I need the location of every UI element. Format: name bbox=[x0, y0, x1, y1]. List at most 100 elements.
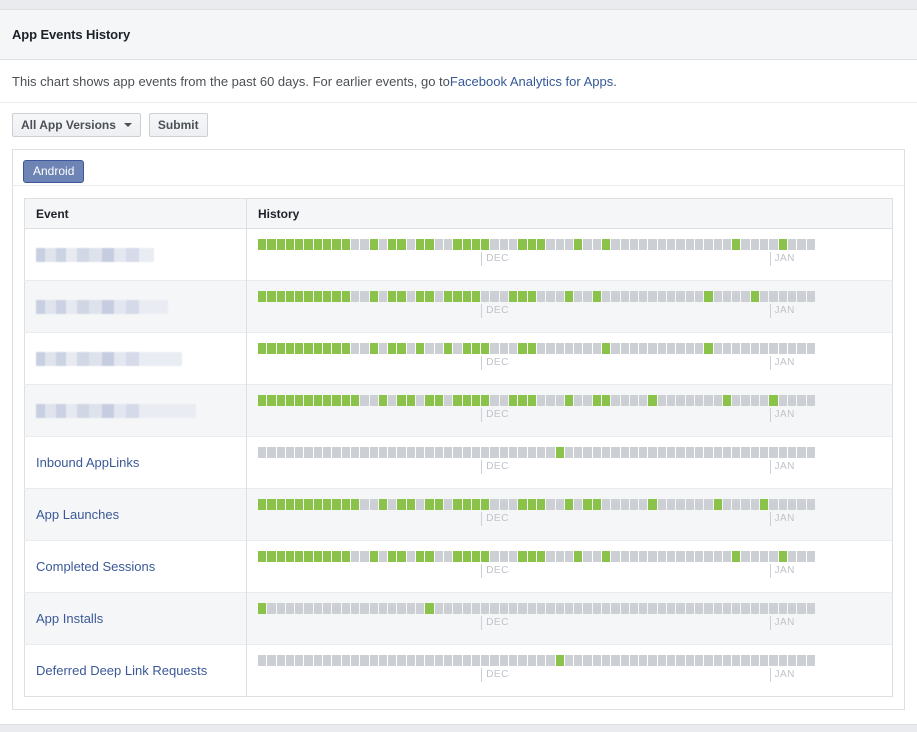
history-day-cell[interactable] bbox=[592, 602, 601, 614]
history-day-cell[interactable] bbox=[629, 602, 639, 614]
history-day-cell[interactable] bbox=[527, 446, 536, 458]
history-day-cell[interactable] bbox=[685, 394, 694, 406]
history-day-cell[interactable] bbox=[323, 498, 332, 510]
history-day-cell[interactable] bbox=[806, 498, 815, 510]
history-day-cell[interactable] bbox=[741, 342, 750, 354]
history-day-cell[interactable] bbox=[434, 238, 443, 250]
history-day-cell[interactable] bbox=[806, 654, 815, 666]
history-day-cell[interactable] bbox=[406, 238, 416, 250]
history-day-cell[interactable] bbox=[481, 238, 490, 250]
history-day-cell[interactable] bbox=[350, 654, 360, 666]
history-day-cell[interactable] bbox=[741, 654, 750, 666]
history-day-cell[interactable] bbox=[555, 602, 564, 614]
history-day-cell[interactable] bbox=[397, 602, 406, 614]
history-day-cell[interactable] bbox=[806, 290, 815, 302]
history-day-cell[interactable] bbox=[564, 238, 574, 250]
history-day-cell[interactable] bbox=[267, 602, 276, 614]
history-day-cell[interactable] bbox=[797, 602, 806, 614]
event-name-link[interactable]: Deferred Deep Link Requests bbox=[36, 663, 207, 678]
history-day-cell[interactable] bbox=[685, 654, 694, 666]
history-day-cell[interactable] bbox=[667, 342, 676, 354]
history-day-cell[interactable] bbox=[443, 654, 453, 666]
history-day-cell[interactable] bbox=[787, 654, 797, 666]
history-day-cell[interactable] bbox=[583, 342, 592, 354]
history-day-cell[interactable] bbox=[657, 394, 667, 406]
event-name-link[interactable]: Inbound AppLinks bbox=[36, 455, 139, 470]
history-day-cell[interactable] bbox=[592, 394, 601, 406]
history-day-cell[interactable] bbox=[285, 342, 295, 354]
history-day-cell[interactable] bbox=[481, 654, 490, 666]
history-day-cell[interactable] bbox=[657, 654, 667, 666]
history-day-cell[interactable] bbox=[564, 550, 574, 562]
history-day-cell[interactable] bbox=[704, 654, 713, 666]
history-day-cell[interactable] bbox=[443, 498, 453, 510]
facebook-analytics-link[interactable]: Facebook Analytics for Apps bbox=[450, 74, 613, 89]
history-day-cell[interactable] bbox=[704, 550, 713, 562]
history-day-cell[interactable] bbox=[657, 602, 667, 614]
history-day-cell[interactable] bbox=[741, 498, 750, 510]
history-day-cell[interactable] bbox=[797, 550, 806, 562]
history-day-cell[interactable] bbox=[276, 602, 285, 614]
history-day-cell[interactable] bbox=[416, 446, 425, 458]
history-day-cell[interactable] bbox=[276, 290, 285, 302]
history-day-cell[interactable] bbox=[564, 446, 574, 458]
history-day-cell[interactable] bbox=[546, 238, 555, 250]
history-day-cell[interactable] bbox=[787, 290, 797, 302]
history-day-cell[interactable] bbox=[527, 550, 536, 562]
history-day-cell[interactable] bbox=[518, 394, 527, 406]
history-day-cell[interactable] bbox=[769, 238, 778, 250]
history-day-cell[interactable] bbox=[285, 290, 295, 302]
history-day-cell[interactable] bbox=[453, 602, 462, 614]
history-day-cell[interactable] bbox=[685, 602, 694, 614]
history-day-cell[interactable] bbox=[574, 290, 583, 302]
history-day-cell[interactable] bbox=[313, 550, 323, 562]
history-day-cell[interactable] bbox=[397, 498, 406, 510]
history-day-cell[interactable] bbox=[787, 602, 797, 614]
history-day-cell[interactable] bbox=[620, 654, 629, 666]
history-day-cell[interactable] bbox=[425, 654, 434, 666]
history-day-cell[interactable] bbox=[518, 446, 527, 458]
history-day-cell[interactable] bbox=[574, 498, 583, 510]
history-day-cell[interactable] bbox=[481, 290, 490, 302]
history-day-cell[interactable] bbox=[518, 550, 527, 562]
history-day-cell[interactable] bbox=[778, 550, 787, 562]
history-day-cell[interactable] bbox=[416, 602, 425, 614]
history-day-cell[interactable] bbox=[434, 446, 443, 458]
history-day-cell[interactable] bbox=[416, 654, 425, 666]
history-day-cell[interactable] bbox=[787, 550, 797, 562]
history-day-cell[interactable] bbox=[332, 498, 341, 510]
history-day-cell[interactable] bbox=[453, 654, 462, 666]
history-day-cell[interactable] bbox=[350, 498, 360, 510]
history-day-cell[interactable] bbox=[406, 550, 416, 562]
history-day-cell[interactable] bbox=[667, 238, 676, 250]
history-day-cell[interactable] bbox=[406, 498, 416, 510]
history-day-cell[interactable] bbox=[313, 602, 323, 614]
history-day-cell[interactable] bbox=[769, 654, 778, 666]
history-day-cell[interactable] bbox=[667, 498, 676, 510]
history-day-cell[interactable] bbox=[620, 290, 629, 302]
history-day-cell[interactable] bbox=[778, 394, 787, 406]
history-day-cell[interactable] bbox=[360, 498, 369, 510]
history-day-cell[interactable] bbox=[360, 550, 369, 562]
history-day-cell[interactable] bbox=[713, 238, 722, 250]
history-day-cell[interactable] bbox=[378, 654, 388, 666]
history-day-cell[interactable] bbox=[471, 394, 481, 406]
history-day-cell[interactable] bbox=[425, 446, 434, 458]
history-day-cell[interactable] bbox=[425, 602, 434, 614]
history-day-cell[interactable] bbox=[797, 498, 806, 510]
history-day-cell[interactable] bbox=[416, 238, 425, 250]
history-day-cell[interactable] bbox=[657, 290, 667, 302]
history-day-cell[interactable] bbox=[676, 446, 685, 458]
history-day-cell[interactable] bbox=[611, 342, 620, 354]
history-day-cell[interactable] bbox=[778, 654, 787, 666]
history-day-cell[interactable] bbox=[499, 550, 509, 562]
history-day-cell[interactable] bbox=[406, 290, 416, 302]
history-day-cell[interactable] bbox=[499, 498, 509, 510]
history-day-cell[interactable] bbox=[323, 342, 332, 354]
history-day-cell[interactable] bbox=[750, 654, 760, 666]
history-day-cell[interactable] bbox=[546, 290, 555, 302]
event-name-link[interactable]: Completed Sessions bbox=[36, 559, 155, 574]
history-day-cell[interactable] bbox=[713, 290, 722, 302]
history-day-cell[interactable] bbox=[769, 498, 778, 510]
history-day-cell[interactable] bbox=[574, 238, 583, 250]
